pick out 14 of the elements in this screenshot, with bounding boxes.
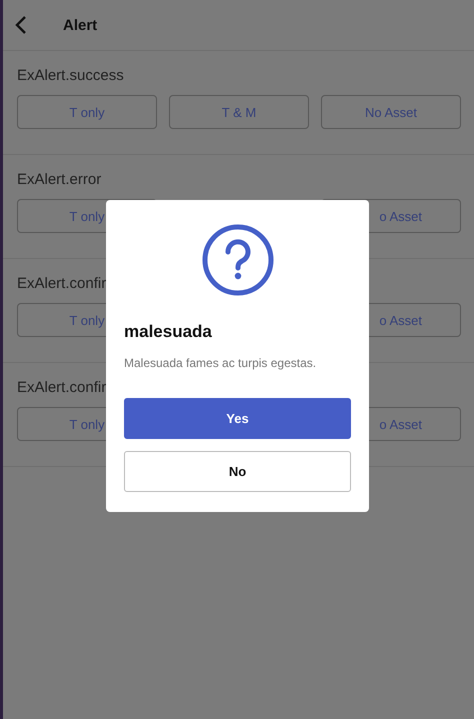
page-title: Alert xyxy=(63,16,98,34)
section-title: ExAlert.confir xyxy=(17,275,106,293)
no-button[interactable]: No xyxy=(124,451,351,492)
option-button[interactable]: No Asset xyxy=(321,95,461,129)
yes-button[interactable]: Yes xyxy=(124,398,351,439)
section-title: ExAlert.error xyxy=(17,171,102,189)
dialog-message: Malesuada fames ac turpis egestas. xyxy=(124,356,318,370)
option-button[interactable]: T & M xyxy=(169,95,309,129)
section-title: ExAlert.success xyxy=(17,67,124,85)
back-button[interactable] xyxy=(15,15,27,35)
option-button[interactable]: T only xyxy=(17,95,157,129)
section-title: ExAlert.confir xyxy=(17,379,106,397)
back-chevron-icon xyxy=(15,15,27,35)
question-circle-icon xyxy=(202,224,274,296)
